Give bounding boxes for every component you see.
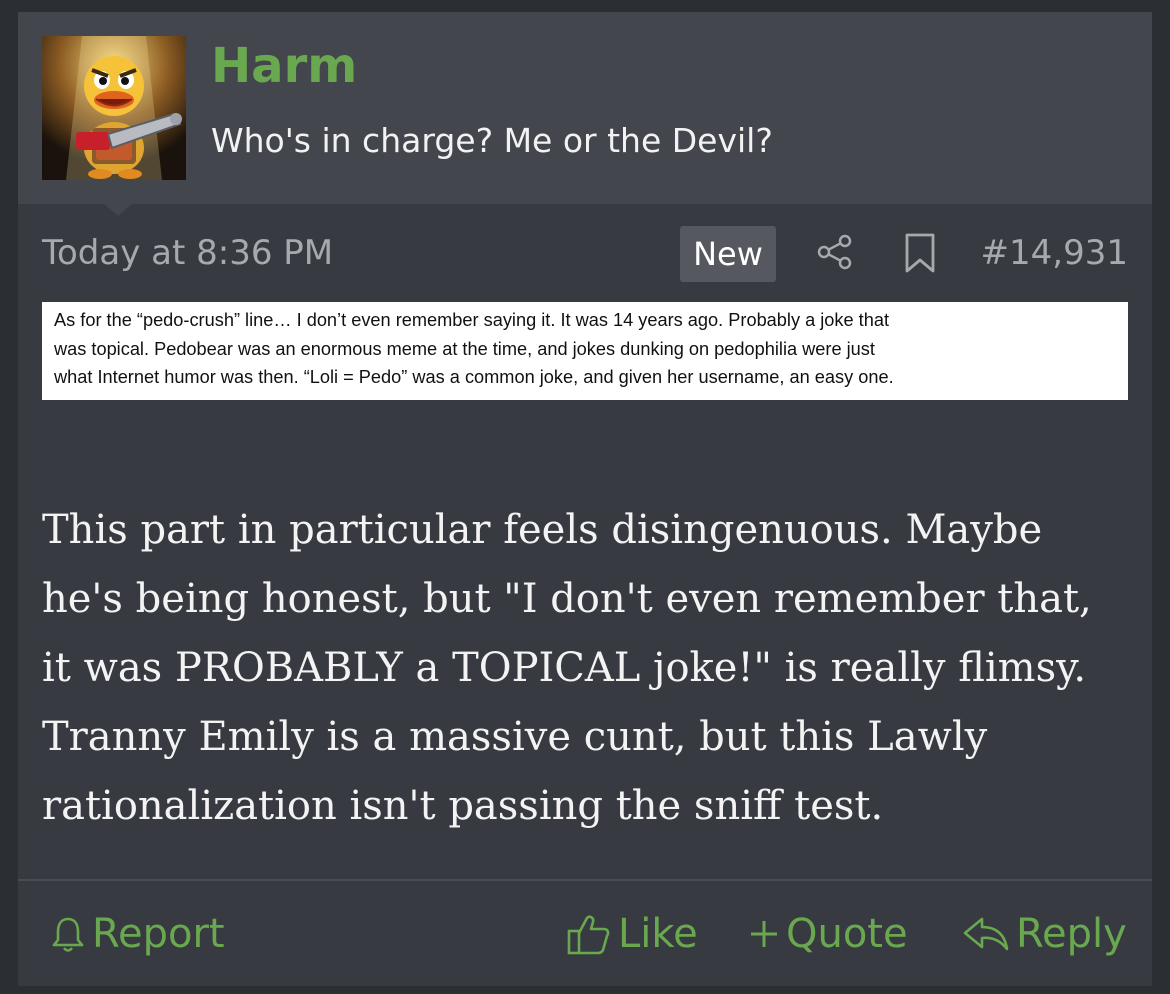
post-number[interactable]: #14,931 bbox=[981, 236, 1128, 270]
quote-line: was topical. Pedobear was an enormous me… bbox=[54, 338, 875, 359]
header-pointer bbox=[104, 204, 132, 216]
user-header: Harm Who's in charge? Me or the Devil? bbox=[18, 12, 1152, 204]
bookmark-icon[interactable] bbox=[902, 232, 938, 274]
quote-label: Quote bbox=[786, 911, 908, 957]
reply-arrow-icon bbox=[963, 917, 1009, 951]
quote-line: As for the “pedo-crush” line… I don’t ev… bbox=[54, 310, 890, 330]
footer-divider bbox=[18, 879, 1152, 881]
username[interactable]: Harm bbox=[211, 42, 357, 90]
avatar-duck-icon bbox=[42, 36, 186, 180]
like-label: Like bbox=[618, 911, 698, 957]
avatar[interactable] bbox=[42, 36, 186, 180]
reply-label: Reply bbox=[1016, 911, 1127, 957]
post-timestamp[interactable]: Today at 8:36 PM bbox=[42, 236, 333, 270]
quoted-screenshot: As for the “pedo-crush” line… I don’t ev… bbox=[42, 302, 1128, 400]
bell-icon bbox=[52, 917, 84, 952]
plus-icon bbox=[751, 921, 777, 947]
new-badge: New bbox=[680, 226, 776, 282]
post-actions: Report Like Quote Reply bbox=[18, 882, 1152, 986]
report-label: Report bbox=[92, 911, 225, 957]
forum-post: Harm Who's in charge? Me or the Devil? T… bbox=[18, 12, 1152, 986]
post-body: This part in particular feels disingenuo… bbox=[42, 507, 1092, 829]
reply-button[interactable]: Reply bbox=[962, 882, 1127, 986]
like-button[interactable]: Like bbox=[566, 882, 698, 986]
user-title: Who's in charge? Me or the Devil? bbox=[211, 121, 773, 160]
quote-line: what Internet humor was then. “Loli = Pe… bbox=[54, 367, 894, 387]
quote-button[interactable]: Quote bbox=[748, 882, 908, 986]
report-button[interactable]: Report bbox=[50, 882, 225, 986]
post-meta: Today at 8:36 PM New #14,931 bbox=[42, 226, 1128, 284]
share-icon[interactable] bbox=[815, 232, 855, 272]
thumbs-up-icon bbox=[567, 915, 610, 955]
